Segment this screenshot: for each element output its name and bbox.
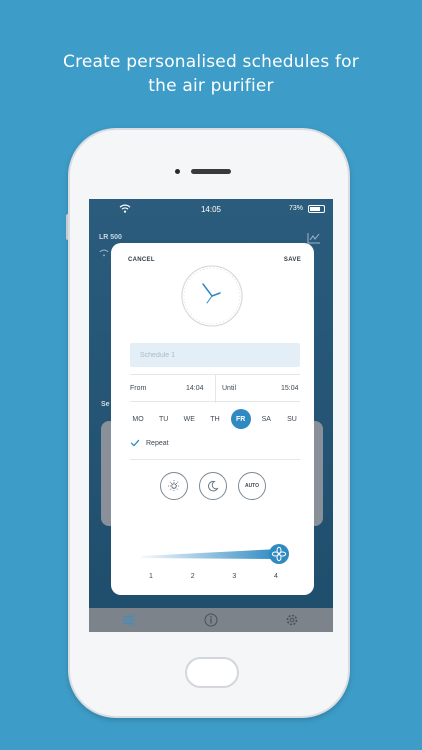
tick-label: 4 (274, 573, 278, 580)
mode-night-button[interactable] (199, 472, 227, 500)
slider-track (141, 549, 279, 559)
day-selector: MO TU WE TH FR SA SU (128, 409, 302, 429)
tab-settings[interactable] (282, 612, 302, 628)
info-icon (204, 613, 218, 627)
section-label: Se (101, 401, 110, 408)
moon-icon (208, 480, 219, 492)
headline-line-2: the air purifier (148, 76, 274, 96)
repeat-toggle[interactable]: Repeat (130, 437, 169, 449)
cancel-button[interactable]: CANCEL (128, 257, 155, 263)
from-label: From (130, 385, 147, 392)
save-button[interactable]: SAVE (284, 257, 301, 263)
battery-icon (308, 205, 325, 213)
battery-percent: 73% (288, 205, 303, 212)
tick-label: 3 (232, 573, 237, 580)
headline-line-1: Create personalised schedules for (63, 52, 359, 72)
mode-day-button[interactable] (160, 472, 188, 500)
mode-auto-button[interactable]: AUTO (238, 472, 266, 500)
tab-info[interactable] (201, 612, 221, 628)
fan-speed-slider[interactable] (141, 543, 291, 565)
fan-icon (122, 614, 135, 626)
device-name: LR 500 (99, 234, 122, 241)
from-time-field[interactable]: 14:04 (186, 385, 204, 392)
until-label: Until (222, 385, 237, 392)
day-fr[interactable]: FR (230, 409, 251, 429)
fan-speed-ticks: 1 2 3 4 (146, 573, 281, 580)
gear-icon (287, 614, 298, 626)
day-sa[interactable]: SA (256, 409, 276, 429)
time-range: From 14:04 Until 15:04 (130, 374, 300, 403)
device-wifi-icon (99, 249, 109, 257)
clock-dial[interactable] (179, 263, 245, 329)
schedule-name-input[interactable] (130, 343, 300, 367)
day-su[interactable]: SU (282, 409, 302, 429)
home-button[interactable] (185, 657, 239, 688)
tab-bar (89, 608, 333, 632)
status-bar: 14:05 73% (89, 199, 333, 219)
day-tu[interactable]: TU (154, 409, 174, 429)
day-mo[interactable]: MO (128, 409, 148, 429)
time-divider (215, 375, 216, 403)
auto-label: AUTO (244, 483, 260, 489)
day-we[interactable]: WE (179, 409, 199, 429)
repeat-label: Repeat (146, 439, 169, 447)
headline: Create personalised schedules for the ai… (0, 50, 422, 98)
sun-icon (168, 480, 180, 492)
app-screen: 14:05 73% LR 500 Se CANCEL SAVE Schedule… (89, 199, 333, 632)
chart-icon[interactable] (307, 232, 321, 244)
earpiece-speaker (191, 169, 231, 174)
tab-fan[interactable] (120, 612, 140, 628)
tick-label: 1 (149, 573, 153, 580)
checkmark-icon (130, 439, 140, 447)
divider (130, 459, 300, 460)
schedule-dialog: CANCEL SAVE From 14:04 Until 15:04 MO TU… (111, 243, 314, 595)
until-time-field[interactable]: 15:04 (281, 385, 299, 392)
front-camera (175, 169, 180, 174)
tick-label: 2 (190, 573, 195, 580)
mode-selector: AUTO (160, 472, 266, 500)
day-th[interactable]: TH (205, 409, 225, 429)
